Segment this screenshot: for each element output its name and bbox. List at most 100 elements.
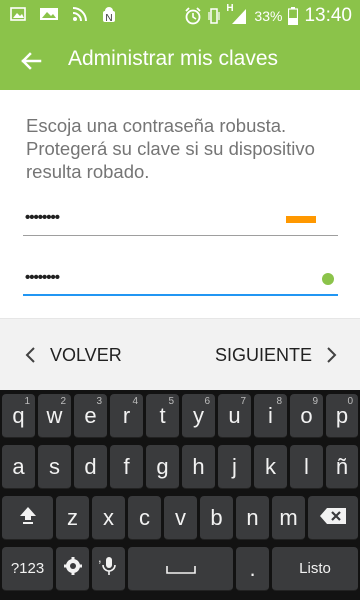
key-hint: 8	[276, 396, 282, 407]
key-label: c	[139, 504, 150, 530]
key-label: h	[192, 453, 205, 479]
mic-icon	[101, 555, 117, 583]
key-o[interactable]: 9o	[290, 394, 323, 438]
key-s[interactable]: s	[38, 445, 71, 489]
confirm-password-value: ••••••••	[25, 269, 60, 286]
android-icon: N	[101, 6, 117, 24]
password-value: ••••••••	[25, 209, 60, 226]
key-label: e	[84, 402, 97, 428]
key-x[interactable]: x	[92, 496, 125, 540]
confirm-password-field[interactable]: ••••••••	[23, 262, 338, 296]
key-label: j	[232, 453, 237, 479]
delete-key[interactable]	[308, 496, 358, 540]
battery-icon	[288, 7, 299, 26]
navigation-bar: VOLVER SIGUIENTE	[0, 318, 360, 390]
vibrate-icon	[208, 7, 221, 25]
key-u[interactable]: 7u	[218, 394, 251, 438]
chevron-right-icon	[326, 346, 338, 364]
key-hint: 4	[132, 396, 138, 407]
key-label: t	[159, 402, 166, 428]
key-label: f	[123, 453, 130, 479]
password-field[interactable]: ••••••••	[23, 202, 338, 236]
key-i[interactable]: 8i	[254, 394, 287, 438]
key-hint: 0	[347, 396, 353, 407]
key-r[interactable]: 4r	[110, 394, 143, 438]
key-c[interactable]: c	[128, 496, 161, 540]
key-hint: 9	[312, 396, 318, 407]
key-label: g	[156, 453, 169, 479]
space-key[interactable]	[128, 547, 233, 591]
password-strength-indicator	[286, 216, 316, 223]
svg-text:N: N	[105, 13, 112, 24]
key-label: q	[12, 402, 25, 428]
chevron-left-icon	[24, 346, 36, 364]
key-label: z	[67, 504, 78, 530]
key-q[interactable]: 1q	[2, 394, 35, 438]
period-key[interactable]: .	[236, 547, 269, 591]
signal-type: H	[226, 3, 234, 14]
shift-key[interactable]	[2, 496, 53, 540]
key-p[interactable]: 0p	[326, 394, 358, 438]
signal-icon: H	[226, 3, 248, 26]
key-label: ñ	[335, 453, 349, 479]
key-label: i	[268, 402, 273, 428]
key-l[interactable]: l	[290, 445, 323, 489]
page-title: Administrar mis claves	[68, 47, 279, 70]
key-b[interactable]: b	[200, 496, 233, 540]
system-icons: H 33% 13:40	[184, 3, 352, 27]
done-key[interactable]: Listo	[272, 547, 358, 591]
key-hint: 6	[204, 396, 210, 407]
key-label: p	[335, 402, 349, 428]
key-k[interactable]: k	[254, 445, 287, 489]
key-g[interactable]: g	[146, 445, 179, 489]
key-e[interactable]: 3e	[74, 394, 107, 438]
key-z[interactable]: z	[56, 496, 89, 540]
key-label: ?123	[10, 560, 45, 577]
key-j[interactable]: j	[218, 445, 251, 489]
key-a[interactable]: a	[2, 445, 35, 489]
key-label: y	[193, 402, 204, 428]
back-button[interactable]: VOLVER	[24, 341, 122, 369]
image-icon	[10, 6, 26, 22]
key-f[interactable]: f	[110, 445, 143, 489]
key-w[interactable]: 2w	[38, 394, 71, 438]
key-label: d	[84, 453, 97, 479]
key-label: n	[246, 504, 259, 530]
rss-icon	[72, 6, 88, 22]
key-hint: 1	[24, 396, 30, 407]
key-label: m	[279, 504, 298, 530]
key-v[interactable]: v	[164, 496, 197, 540]
key-n-tilde[interactable]: ñ	[326, 445, 358, 489]
mic-key[interactable]: ,	[92, 547, 125, 591]
arrow-back-icon[interactable]	[16, 46, 46, 76]
password-match-indicator	[322, 273, 334, 285]
status-bar: N H 33% 13:40	[0, 0, 360, 30]
key-t[interactable]: 5t	[146, 394, 179, 438]
settings-icon	[63, 556, 83, 582]
key-hint: 5	[168, 396, 174, 407]
space-icon	[165, 556, 196, 582]
key-label: l	[304, 453, 309, 479]
key-label: s	[49, 453, 60, 479]
key-h[interactable]: h	[182, 445, 215, 489]
key-m[interactable]: m	[272, 496, 305, 540]
next-button[interactable]: SIGUIENTE	[215, 341, 338, 369]
notification-icons: N	[10, 6, 117, 24]
symbols-key[interactable]: ?123	[2, 547, 53, 591]
back-button-label: VOLVER	[50, 344, 122, 365]
instructions-text: Escoja una contraseña robusta. Protegerá…	[26, 115, 315, 182]
battery-percentage: 33%	[254, 8, 283, 24]
key-label: k	[265, 453, 276, 479]
shift-icon	[18, 505, 38, 531]
key-label: b	[210, 504, 223, 530]
key-label: r	[122, 402, 131, 428]
key-y[interactable]: 6y	[182, 394, 215, 438]
backspace-icon	[319, 505, 347, 531]
soft-keyboard: 1q 2w 3e 4r 5t 6y 7u 8i 9o 0p a s d f g …	[0, 390, 360, 600]
key-d[interactable]: d	[74, 445, 107, 489]
key-label: o	[300, 402, 313, 428]
settings-key[interactable]	[56, 547, 89, 591]
key-n[interactable]: n	[236, 496, 269, 540]
key-label: a	[12, 453, 25, 479]
key-hint: 7	[240, 396, 246, 407]
